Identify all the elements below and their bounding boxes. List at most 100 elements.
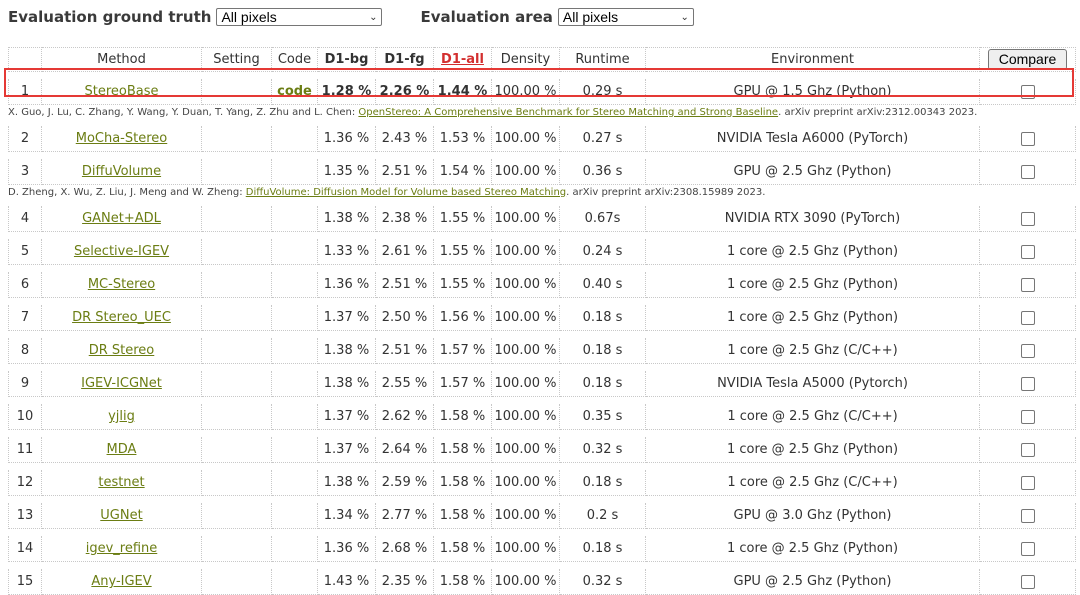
method-link[interactable]: Selective-IGEV — [74, 244, 169, 259]
method-link[interactable]: MDA — [107, 442, 137, 457]
d1-fg-cell: 2.64 % — [376, 437, 434, 463]
code-cell — [272, 569, 318, 595]
setting-cell — [202, 404, 272, 430]
row-spacer — [8, 463, 1076, 470]
header-d1-bg[interactable]: D1-bg — [318, 47, 376, 72]
d1-fg-cell: 2.55 % — [376, 371, 434, 397]
ground-truth-value: All pixels — [221, 9, 277, 25]
compare-checkbox[interactable] — [1020, 541, 1035, 556]
compare-checkbox[interactable] — [1020, 442, 1035, 457]
table-row: 8 DR Stereo 1.38 % 2.51 % 1.57 % 100.00 % 0.18… — [8, 338, 1076, 364]
table-row: 15 Any-IGEV 1.43 % 2.35 % 1.58 % 100.00 % 0.32… — [8, 569, 1076, 595]
header-environment: Environment — [646, 47, 980, 72]
d1-all-cell: 1.57 % — [434, 371, 492, 397]
compare-checkbox[interactable] — [1020, 84, 1035, 99]
setting-cell — [202, 126, 272, 152]
code-cell — [272, 371, 318, 397]
density-cell: 100.00 % — [492, 470, 560, 496]
compare-cell — [980, 536, 1076, 562]
method-cell: Selective-IGEV — [42, 239, 202, 265]
code-cell — [272, 536, 318, 562]
citation-row: X. Guo, J. Lu, C. Zhang, Y. Wang, Y. Dua… — [8, 105, 1076, 119]
citation-paper-link[interactable]: DiffuVolume: Diffusion Model for Volume … — [246, 187, 566, 198]
code-cell — [272, 470, 318, 496]
compare-checkbox[interactable] — [1020, 343, 1035, 358]
row-spacer-cell — [8, 152, 1076, 159]
d1-all-cell: 1.44 % — [434, 79, 492, 105]
compare-checkbox[interactable] — [1020, 508, 1035, 523]
compare-button[interactable]: Compare — [987, 49, 1068, 70]
rank-cell: 10 — [8, 404, 42, 430]
runtime-cell: 0.32 s — [560, 569, 646, 595]
env-cell: NVIDIA RTX 3090 (PyTorch) — [646, 206, 980, 232]
rank-cell: 9 — [8, 371, 42, 397]
code-link[interactable]: code — [277, 84, 312, 99]
row-spacer-cell — [8, 232, 1076, 239]
method-link[interactable]: MoCha-Stereo — [76, 131, 168, 146]
row-spacer-cell — [8, 298, 1076, 305]
compare-cell — [980, 371, 1076, 397]
d1-all-cell: 1.55 % — [434, 206, 492, 232]
method-link[interactable]: StereoBase — [84, 84, 158, 99]
method-cell: IGEV-ICGNet — [42, 371, 202, 397]
runtime-cell: 0.24 s — [560, 239, 646, 265]
compare-checkbox[interactable] — [1020, 131, 1035, 146]
table-row: 2 MoCha-Stereo 1.36 % 2.43 % 1.53 % 100.00 % 0… — [8, 126, 1076, 152]
citation-authors: X. Guo, J. Lu, C. Zhang, Y. Wang, Y. Dua… — [8, 106, 359, 118]
compare-cell — [980, 206, 1076, 232]
compare-checkbox[interactable] — [1020, 211, 1035, 226]
compare-checkbox[interactable] — [1020, 409, 1035, 424]
method-link[interactable]: DR Stereo_UEC — [72, 310, 171, 325]
row-spacer — [8, 331, 1076, 338]
setting-cell — [202, 470, 272, 496]
method-link[interactable]: Any-IGEV — [91, 574, 151, 589]
method-link[interactable]: UGNet — [100, 508, 142, 523]
method-link[interactable]: DR Stereo — [89, 343, 155, 358]
row-spacer-cell — [8, 331, 1076, 338]
ground-truth-select[interactable]: All pixels ⌄ — [216, 8, 383, 26]
env-cell: GPU @ 3.0 Ghz (Python) — [646, 503, 980, 529]
compare-checkbox[interactable] — [1020, 244, 1035, 259]
evaluation-area-select[interactable]: All pixels ⌄ — [557, 8, 694, 26]
method-link[interactable]: IGEV-ICGNet — [81, 376, 162, 391]
d1-bg-cell: 1.38 % — [318, 206, 376, 232]
runtime-cell: 0.2 s — [560, 503, 646, 529]
code-cell — [272, 305, 318, 331]
compare-checkbox[interactable] — [1020, 277, 1035, 292]
compare-checkbox[interactable] — [1020, 310, 1035, 325]
d1-all-cell: 1.57 % — [434, 338, 492, 364]
env-cell: NVIDIA Tesla A5000 (Pytorch) — [646, 371, 980, 397]
method-link[interactable]: yjlig — [108, 409, 135, 424]
citation-cell: X. Guo, J. Lu, C. Zhang, Y. Wang, Y. Dua… — [8, 105, 1076, 119]
compare-checkbox[interactable] — [1020, 475, 1035, 490]
d1-fg-cell: 2.51 % — [376, 272, 434, 298]
method-link[interactable]: DiffuVolume — [82, 164, 161, 179]
d1-all-cell: 1.58 % — [434, 404, 492, 430]
header-d1-fg[interactable]: D1-fg — [376, 47, 434, 72]
chevron-down-icon: ⌄ — [680, 11, 689, 23]
method-cell: UGNet — [42, 503, 202, 529]
code-cell — [272, 126, 318, 152]
method-link[interactable]: GANet+ADL — [82, 211, 161, 226]
compare-checkbox[interactable] — [1020, 376, 1035, 391]
compare-checkbox[interactable] — [1020, 164, 1035, 179]
citation-row: D. Zheng, X. Wu, Z. Liu, J. Meng and W. … — [8, 185, 1076, 199]
d1-fg-cell: 2.62 % — [376, 404, 434, 430]
compare-cell — [980, 159, 1076, 185]
d1-fg-cell: 2.77 % — [376, 503, 434, 529]
density-cell: 100.00 % — [492, 569, 560, 595]
compare-checkbox[interactable] — [1020, 574, 1035, 589]
header-code: Code — [272, 47, 318, 72]
d1-bg-cell: 1.36 % — [318, 272, 376, 298]
method-link[interactable]: testnet — [98, 475, 144, 490]
header-row: Method Setting Code D1-bg D1-fg D1-all D… — [8, 47, 1076, 72]
header-d1-all[interactable]: D1-all — [434, 47, 492, 72]
setting-cell — [202, 305, 272, 331]
row-spacer — [8, 496, 1076, 503]
setting-cell — [202, 569, 272, 595]
header-compare: Compare — [980, 47, 1076, 72]
method-link[interactable]: MC-Stereo — [88, 277, 155, 292]
d1-fg-cell: 2.59 % — [376, 470, 434, 496]
method-link[interactable]: igev_refine — [86, 541, 158, 556]
citation-paper-link[interactable]: OpenStereo: A Comprehensive Benchmark fo… — [358, 107, 778, 118]
